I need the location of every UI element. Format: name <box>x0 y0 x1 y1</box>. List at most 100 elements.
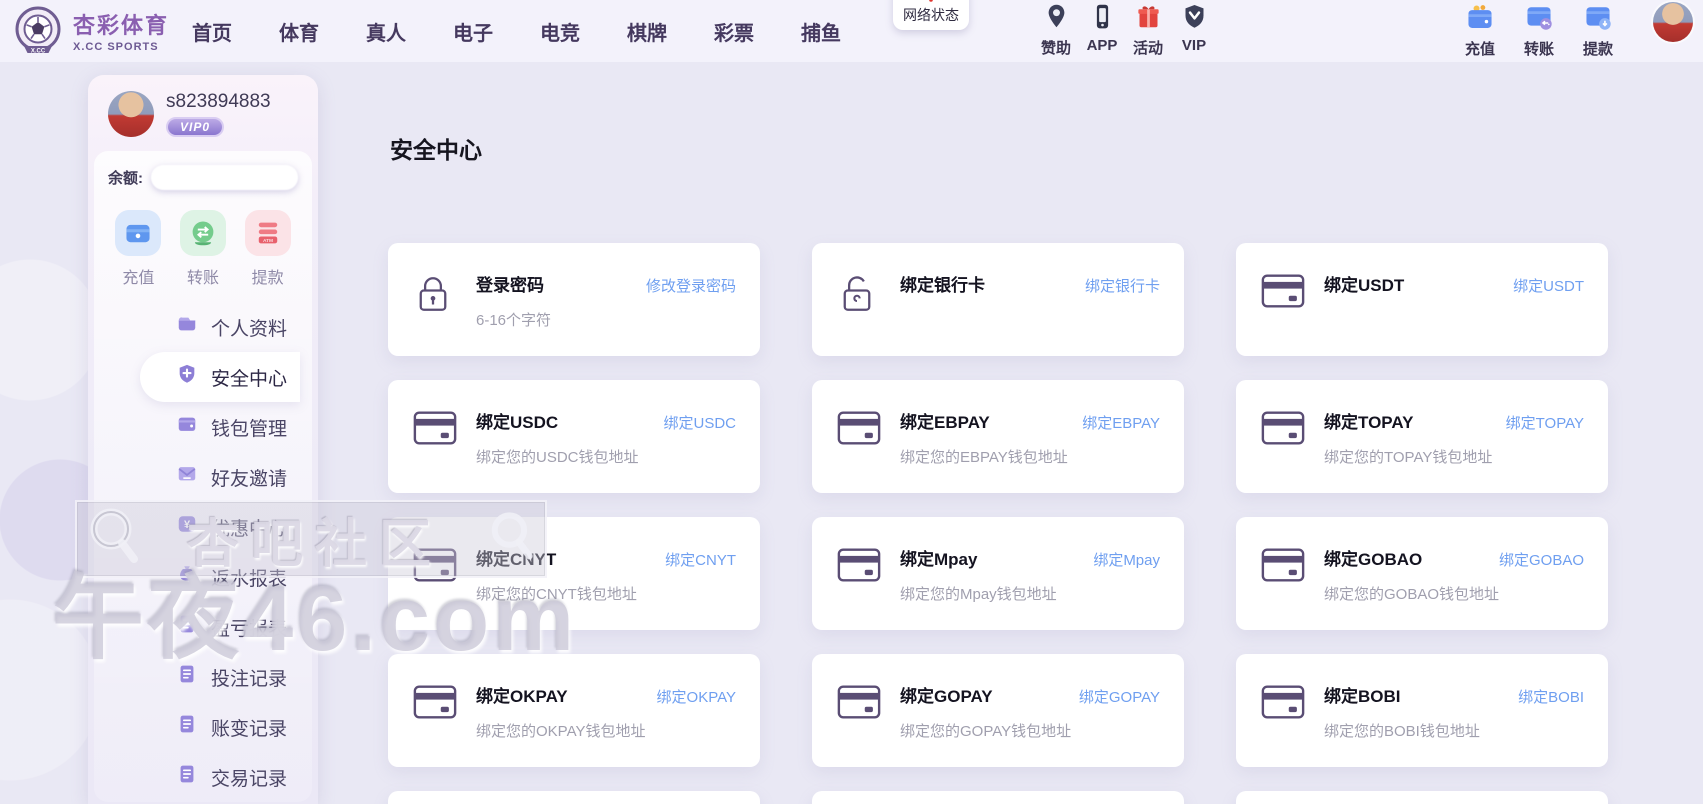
card-title: 绑定CNYT <box>476 545 556 570</box>
main-nav: 首页 体育 真人 电子 电竞 棋牌 彩票 捕鱼 <box>192 0 841 62</box>
sponsor-pin-icon <box>1043 3 1070 35</box>
yen-icon: ¥ <box>176 513 198 541</box>
quick-action-label: 转账 <box>187 264 219 288</box>
quick-action-label: 充值 <box>122 264 154 288</box>
card-action-link[interactable]: 绑定GOBAO <box>1499 549 1584 570</box>
card-subtitle: 绑定您的TOPAY钱包地址 <box>1324 446 1584 467</box>
nav-item-1[interactable]: 首页 <box>192 17 232 46</box>
doc-icon <box>176 613 198 641</box>
top-action-gift[interactable]: 活动 <box>1129 3 1167 58</box>
top-action-label: 转账 <box>1524 38 1554 59</box>
nav-item-7[interactable]: 彩票 <box>714 17 754 46</box>
security-card-partial <box>388 791 760 804</box>
sidebar-panel: 余额: 充值转账ATM提款 个人资料安全中心钱包管理好友邀请¥优惠中心返水报表盈… <box>94 151 312 802</box>
card-subtitle: 绑定您的EBPAY钱包地址 <box>900 446 1160 467</box>
wallet-icon <box>176 413 198 441</box>
bank-card-icon <box>1260 545 1306 630</box>
sidebar-item-9[interactable]: 账变记录 <box>106 702 300 752</box>
card-subtitle: 6-16个字符 <box>476 309 736 330</box>
pouch-icon <box>176 563 198 591</box>
sidebar-item-label: 好友邀请 <box>211 464 287 491</box>
card-title: 绑定银行卡 <box>900 271 985 296</box>
wallet-actions-group: 充值 转账 提款 <box>1461 3 1617 59</box>
sidebar-item-10[interactable]: 交易记录 <box>106 752 300 802</box>
nav-item-5[interactable]: 电竞 <box>540 17 580 46</box>
bank-card-icon <box>1260 682 1306 767</box>
card-action-link[interactable]: 绑定Mpay <box>1093 549 1160 570</box>
card-title: 绑定GOPAY <box>900 682 993 707</box>
sidebar-item-label: 投注记录 <box>211 664 287 691</box>
sidebar-item-5[interactable]: ¥优惠中心 <box>106 502 300 552</box>
quick-action-recharge-wallet[interactable]: 充值 <box>115 210 161 288</box>
balance-value-blurred <box>151 165 298 190</box>
card-title: 绑定USDC <box>476 408 558 433</box>
doc-icon <box>176 763 198 791</box>
top-action-label: 充值 <box>1465 38 1495 59</box>
bank-card-icon <box>1260 271 1306 356</box>
security-card: 绑定TOPAY绑定TOPAY绑定您的TOPAY钱包地址 <box>1236 380 1608 493</box>
user-avatar[interactable] <box>1653 2 1693 42</box>
sidebar-item-7[interactable]: 盈亏报表 <box>106 602 300 652</box>
sidebar-item-3[interactable]: 钱包管理 <box>106 402 300 452</box>
sidebar-item-label: 交易记录 <box>211 764 287 791</box>
card-action-link[interactable]: 绑定BOBI <box>1518 686 1584 707</box>
nav-item-4[interactable]: 电子 <box>453 17 493 46</box>
nav-item-6[interactable]: 棋牌 <box>627 17 667 46</box>
quick-action-transfer-arrows[interactable]: 转账 <box>180 210 226 288</box>
brand-logo[interactable]: X.CC 杏彩体育 X.CC SPORTS <box>12 4 169 63</box>
quick-action-label: 提款 <box>252 264 284 288</box>
top-action-wallet-transfer[interactable]: 转账 <box>1520 3 1558 59</box>
card-action-link[interactable]: 绑定TOPAY <box>1506 412 1584 433</box>
nav-item-3[interactable]: 真人 <box>366 17 406 46</box>
card-subtitle: 绑定您的GOBAO钱包地址 <box>1324 583 1584 604</box>
sidebar-item-4[interactable]: 好友邀请 <box>106 452 300 502</box>
screen: X.CC 杏彩体育 X.CC SPORTS 首页 体育 真人 电子 电竞 棋牌 彩票 捕鱼 网… <box>0 0 1703 804</box>
top-action-phone[interactable]: APP <box>1083 3 1121 58</box>
sidebar: s823894883 VIP0 余额: 充值转账ATM提款 个人资料安全中心钱包… <box>88 75 318 804</box>
brand-subtitle: X.CC SPORTS <box>73 41 169 53</box>
network-status-button[interactable]: 网络状态 <box>893 0 969 30</box>
lock-closed-icon <box>412 271 458 356</box>
card-subtitle: 绑定您的USDC钱包地址 <box>476 446 736 467</box>
card-action-link[interactable]: 绑定GOPAY <box>1079 686 1160 707</box>
sidebar-item-2[interactable]: 安全中心 <box>140 352 300 402</box>
atm-withdraw-icon: ATM <box>245 210 291 256</box>
shield-plus-icon <box>176 363 198 391</box>
top-action-sponsor-pin[interactable]: 赞助 <box>1037 3 1075 58</box>
security-card: 绑定EBPAY绑定EBPAY绑定您的EBPAY钱包地址 <box>812 380 1184 493</box>
card-subtitle: 绑定您的OKPAY钱包地址 <box>476 720 736 741</box>
security-card-partial <box>812 791 1184 804</box>
card-action-link[interactable]: 绑定银行卡 <box>1085 275 1160 296</box>
sidebar-item-label: 返水报表 <box>211 564 287 591</box>
nav-item-8[interactable]: 捕鱼 <box>801 17 841 46</box>
top-action-vip-shield[interactable]: VIP <box>1175 3 1213 58</box>
card-action-link[interactable]: 修改登录密码 <box>646 275 736 296</box>
sidebar-item-label: 钱包管理 <box>211 414 287 441</box>
bank-card-icon <box>1260 408 1306 493</box>
quick-actions: 充值 转账 ATM 提款 <box>106 210 300 288</box>
sidebar-item-label: 账变记录 <box>211 714 287 741</box>
security-card: 绑定USDT绑定USDT <box>1236 243 1608 356</box>
card-action-link[interactable]: 绑定USDT <box>1513 275 1584 296</box>
brand-name: 杏彩体育 <box>73 14 169 38</box>
card-action-link[interactable]: 绑定CNYT <box>665 549 736 570</box>
brand-badge-icon: X.CC <box>12 4 64 63</box>
card-action-link[interactable]: 绑定OKPAY <box>657 686 736 707</box>
sidebar-avatar[interactable] <box>108 91 154 137</box>
top-action-wallet-withdraw[interactable]: 提款 <box>1579 3 1617 59</box>
top-action-wallet-recharge[interactable]: 充值 <box>1461 3 1499 59</box>
bank-card-icon <box>412 682 458 767</box>
quick-action-atm-withdraw[interactable]: ATM 提款 <box>245 210 291 288</box>
card-action-link[interactable]: 绑定USDC <box>663 412 736 433</box>
sidebar-item-1[interactable]: 个人资料 <box>106 302 300 352</box>
bank-card-icon <box>412 545 458 630</box>
card-action-link[interactable]: 绑定EBPAY <box>1082 412 1160 433</box>
security-card: 登录密码 修改登录密码 6-16个字符 <box>388 243 760 356</box>
bank-card-icon <box>836 682 882 767</box>
nav-item-2[interactable]: 体育 <box>279 17 319 46</box>
svg-text:X.CC: X.CC <box>31 49 46 55</box>
card-title: 登录密码 <box>476 271 544 296</box>
sidebar-item-8[interactable]: 投注记录 <box>106 652 300 702</box>
security-card: 绑定CNYT绑定CNYT绑定您的CNYT钱包地址 <box>388 517 760 630</box>
sidebar-item-6[interactable]: 返水报表 <box>106 552 300 602</box>
